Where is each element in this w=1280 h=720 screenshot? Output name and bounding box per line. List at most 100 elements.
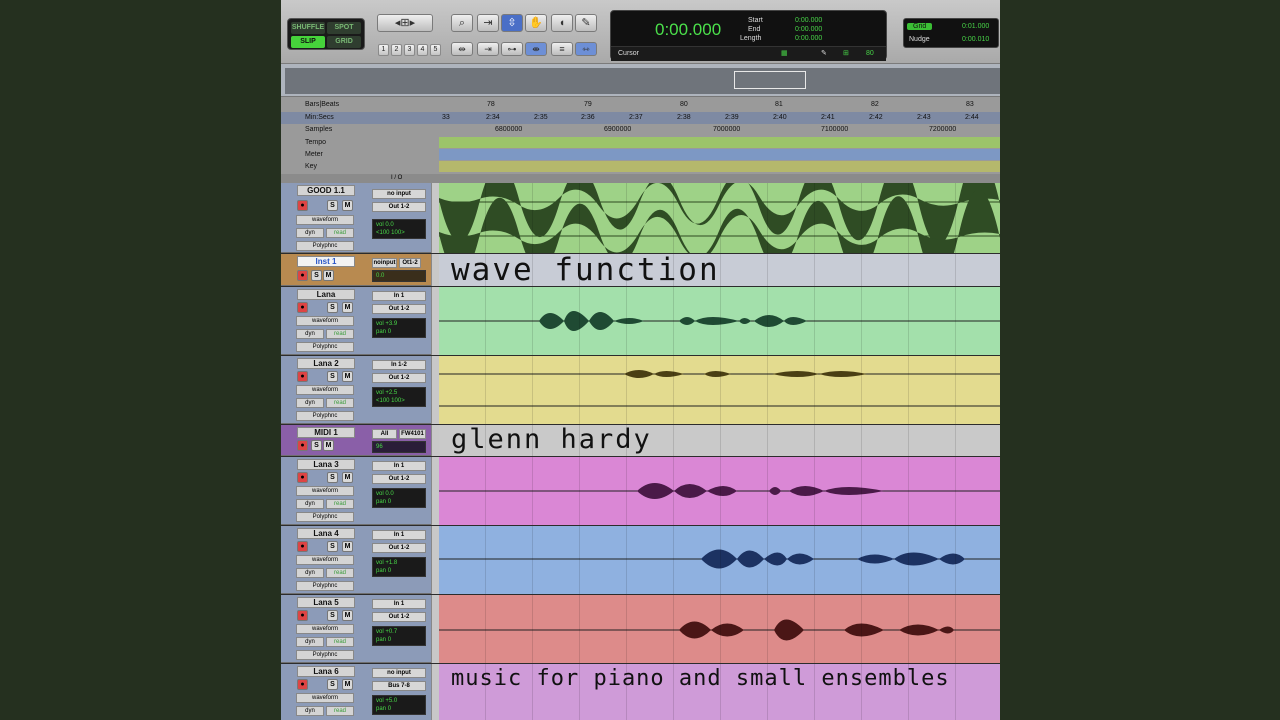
mute-button[interactable]: M [342,610,353,621]
volume-display[interactable]: vol +5.0 pan 0 [372,695,426,715]
output-selector[interactable]: Out 1-2 [372,373,426,383]
output-selector[interactable]: FW4101 [399,429,426,439]
mute-button[interactable]: M [342,472,353,483]
track-lane[interactable] [439,356,1000,424]
length-value[interactable]: 0:00.000 [795,35,822,42]
grid-label[interactable]: Grid [907,23,933,30]
plugin-slot[interactable]: Polyphnc [296,581,354,591]
bars-beats-ruler[interactable]: Bars|Beats 78 79 80 81 82 83 [281,99,1000,111]
track-name[interactable]: GOOD 1.1 [297,185,355,196]
tempo-ruler[interactable]: Tempo [281,137,1000,149]
link-track-icon[interactable]: ⇼ [525,42,547,56]
output-selector[interactable]: Out 1-2 [372,543,426,553]
track-lane[interactable]: wave function [439,252,1000,288]
tempo-icon[interactable]: ⊞ [843,49,849,57]
output-selector[interactable]: Out 1-2 [372,202,426,212]
view-selector[interactable]: waveform [296,624,354,634]
solo-button[interactable]: S [311,270,322,281]
zoom-horizontal-button[interactable]: ◂⊞▸ [377,14,433,32]
selector-tool-icon[interactable]: ⇳ [501,14,523,32]
view-selector[interactable]: waveform [296,693,354,703]
input-selector[interactable]: no input [372,668,426,678]
grid-value[interactable]: 0:01.000 [962,23,989,30]
track-name[interactable]: Lana 5 [297,597,355,608]
output-selector[interactable]: Ot1-2 [399,258,421,268]
plugin-slot[interactable]: Polyphnc [296,512,354,522]
automation-mode[interactable]: read [326,568,354,578]
record-button[interactable]: ● [297,200,308,211]
samples-ruler[interactable]: Samples 6800000 6900000 7000000 7100000 … [281,124,1000,136]
main-counter-time[interactable]: 0:00.000 [655,20,721,40]
output-selector[interactable]: Out 1-2 [372,304,426,314]
view-selector[interactable]: waveform [296,486,354,496]
solo-button[interactable]: S [327,610,338,621]
solo-button[interactable]: S [311,440,322,451]
grabber-tool-icon[interactable]: ✋ [525,14,547,32]
end-value[interactable]: 0:00.000 [795,26,822,33]
key-ruler[interactable]: Key [281,161,1000,173]
solo-button[interactable]: S [327,371,338,382]
mirror-midi-icon[interactable]: ≡ [551,42,573,56]
zoom-preset-3[interactable]: 3 [404,44,415,56]
meter-bar[interactable] [439,149,1000,160]
volume-display[interactable]: vol 0.0 <100 100> [372,219,426,239]
output-selector[interactable]: Bus 7-8 [372,681,426,691]
record-button[interactable]: ● [297,302,308,313]
track-lane[interactable] [439,595,1000,663]
record-button[interactable]: ● [297,371,308,382]
volume-display[interactable]: vol 0.0 pan 0 [372,488,426,508]
track-lane[interactable] [439,155,1000,280]
automation-mode[interactable]: read [326,706,354,716]
nudge-value[interactable]: 0:00.010 [962,36,989,43]
dyn-button[interactable]: dyn [296,499,324,509]
slip-mode-button[interactable]: SLIP [291,36,325,48]
track-lane[interactable]: glenn hardy [439,424,1000,456]
track-lane[interactable]: music for piano and small ensembles [439,664,1000,720]
input-selector[interactable]: In 1 [372,461,426,471]
start-value[interactable]: 0:00.000 [795,17,822,24]
solo-button[interactable]: S [327,679,338,690]
solo-button[interactable]: S [327,472,338,483]
scrubber-tool-icon[interactable]: ◖ [551,14,573,32]
volume-display[interactable]: vol +2.5 <100 100> [372,387,426,407]
automation-mode[interactable]: read [326,329,354,339]
track-name[interactable]: Lana 3 [297,459,355,470]
track-name[interactable]: MIDI 1 [297,427,355,438]
track-lane[interactable] [439,287,1000,355]
dyn-button[interactable]: dyn [296,637,324,647]
input-selector[interactable]: In 1 [372,530,426,540]
volume-display[interactable]: vol +0.7 pan 0 [372,626,426,646]
automation-mode[interactable]: read [326,637,354,647]
dyn-button[interactable]: dyn [296,398,324,408]
output-selector[interactable]: Out 1-2 [372,612,426,622]
output-selector[interactable]: Out 1-2 [372,474,426,484]
overview-strip[interactable] [285,68,1000,94]
view-selector[interactable]: waveform [296,215,354,225]
volume-display[interactable]: vol +1.8 pan 0 [372,557,426,577]
solo-button[interactable]: S [327,200,338,211]
pencil-tool-icon[interactable]: ✎ [575,14,597,32]
meter-ruler[interactable]: Meter [281,149,1000,161]
volume-display[interactable]: vol +3.9 pan 0 [372,318,426,338]
tempo-bar[interactable] [439,137,1000,148]
zoom-preset-1[interactable]: 1 [378,44,389,56]
pencil-icon[interactable]: ✎ [821,49,827,57]
automation-mode[interactable]: read [326,499,354,509]
automation-mode[interactable]: read [326,398,354,408]
record-button[interactable]: ● [297,679,308,690]
solo-button[interactable]: S [327,541,338,552]
nudge-label[interactable]: Nudge [909,36,930,43]
track-name[interactable]: Inst 1 [297,256,355,267]
mute-button[interactable]: M [342,679,353,690]
grid-view-icon[interactable]: ▦ [781,49,788,57]
view-selector[interactable]: waveform [296,316,354,326]
plugin-slot[interactable]: Polyphnc [296,411,354,421]
dyn-button[interactable]: dyn [296,228,324,238]
grid-mode-button[interactable]: GRID [327,36,361,48]
zoom-preset-5[interactable]: 5 [430,44,441,56]
mute-button[interactable]: M [342,302,353,313]
input-selector[interactable]: no input [372,189,426,199]
link-selection-icon[interactable]: ⊶ [501,42,523,56]
record-button[interactable]: ● [297,610,308,621]
tab-to-transient-icon[interactable]: ⇹ [451,42,473,56]
